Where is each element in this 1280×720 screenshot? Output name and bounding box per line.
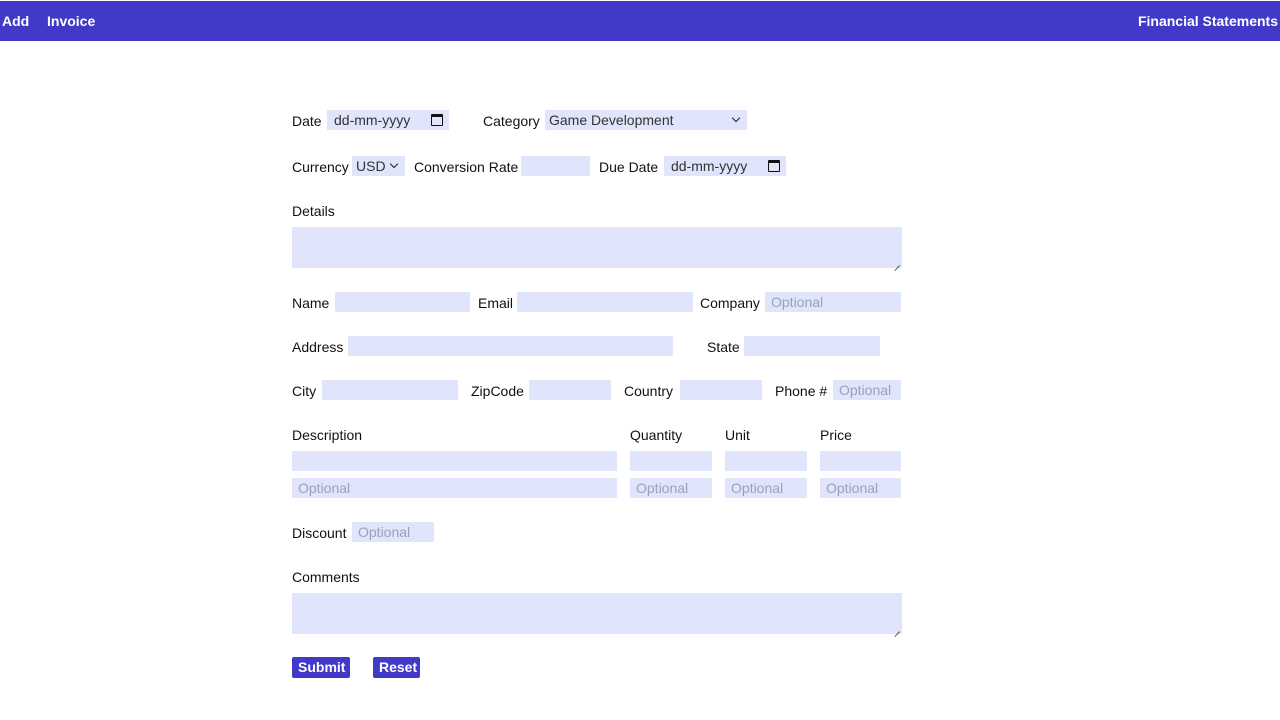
category-select-value: Game Development: [549, 112, 674, 128]
calendar-icon[interactable]: [431, 114, 443, 126]
currency-select[interactable]: USD: [352, 156, 405, 176]
country-label: Country: [624, 383, 674, 399]
currency-label: Currency: [292, 159, 349, 175]
details-textarea[interactable]: [292, 227, 902, 268]
due-date-label: Due Date: [599, 159, 659, 175]
item-price-input[interactable]: [820, 478, 901, 498]
name-label: Name: [292, 295, 330, 311]
state-input[interactable]: [744, 336, 880, 356]
state-label: State: [707, 339, 740, 355]
city-input[interactable]: [322, 380, 458, 400]
company-label: Company: [700, 295, 760, 311]
calendar-icon[interactable]: [768, 160, 780, 172]
country-input[interactable]: [680, 380, 762, 400]
email-label: Email: [478, 295, 514, 311]
currency-select-value: USD: [356, 158, 386, 174]
discount-label: Discount: [292, 525, 347, 541]
top-nav-bar: Add Invoice Financial Statements: [0, 1, 1280, 41]
company-input[interactable]: [765, 292, 901, 312]
chevron-down-icon: [731, 113, 741, 123]
unit-label: Unit: [725, 427, 750, 443]
discount-input[interactable]: [352, 522, 434, 542]
due-date-input-value: dd-mm-yyyy: [671, 158, 748, 174]
details-label: Details: [292, 203, 335, 219]
item-unit-input[interactable]: [725, 478, 807, 498]
item-price-input[interactable]: [820, 451, 901, 471]
chevron-down-icon: [389, 159, 399, 169]
conversion-rate-label: Conversion Rate: [414, 159, 519, 175]
comments-label: Comments: [292, 569, 360, 585]
zipcode-input[interactable]: [529, 380, 611, 400]
phone-input[interactable]: [833, 380, 901, 400]
nav-invoice-link[interactable]: Invoice: [47, 1, 95, 41]
item-description-input[interactable]: [292, 451, 617, 471]
description-label: Description: [292, 427, 363, 443]
address-label: Address: [292, 339, 344, 355]
price-label: Price: [820, 427, 852, 443]
zipcode-label: ZipCode: [471, 383, 524, 399]
address-input[interactable]: [348, 336, 673, 356]
due-date-input[interactable]: dd-mm-yyyy: [664, 156, 786, 176]
item-quantity-input[interactable]: [630, 478, 712, 498]
quantity-label: Quantity: [630, 427, 683, 443]
name-input[interactable]: [335, 292, 470, 312]
item-quantity-input[interactable]: [630, 451, 712, 471]
item-unit-input[interactable]: [725, 451, 807, 471]
comments-textarea[interactable]: [292, 593, 902, 634]
date-input-value: dd-mm-yyyy: [334, 112, 411, 128]
resize-handle-icon[interactable]: [893, 259, 900, 266]
date-input[interactable]: dd-mm-yyyy: [327, 110, 449, 130]
city-label: City: [292, 383, 317, 399]
date-label: Date: [292, 113, 322, 129]
conversion-rate-input[interactable]: [521, 156, 590, 176]
submit-button[interactable]: Submit: [292, 657, 350, 678]
nav-financial-statements-link[interactable]: Financial Statements: [1138, 1, 1278, 41]
email-input[interactable]: [517, 292, 693, 312]
item-description-input[interactable]: [292, 478, 617, 498]
phone-label: Phone #: [775, 383, 828, 399]
reset-button[interactable]: Reset: [373, 657, 420, 678]
nav-add-link[interactable]: Add: [2, 1, 29, 41]
category-label: Category: [483, 113, 540, 129]
resize-handle-icon[interactable]: [893, 625, 900, 632]
category-select[interactable]: Game Development: [545, 110, 747, 130]
